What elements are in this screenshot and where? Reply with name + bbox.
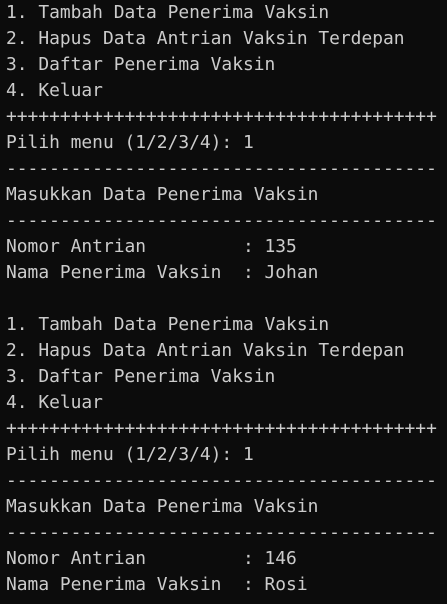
- menu-option-1: 1. Tambah Data Penerima Vaksin: [6, 2, 330, 23]
- plus-divider: ++++++++++++++++++++++++++++++++++++++++: [6, 106, 437, 127]
- section-heading: Masukkan Data Penerima Vaksin: [6, 496, 319, 517]
- section-heading: Masukkan Data Penerima Vaksin: [6, 184, 319, 205]
- recipient-name-entry: Nama Penerima Vaksin : Johan: [6, 262, 319, 283]
- menu-prompt: Pilih menu (1/2/3/4): 1: [6, 132, 254, 153]
- menu-option-3: 3. Daftar Penerima Vaksin: [6, 366, 276, 387]
- menu-option-1: 1. Tambah Data Penerima Vaksin: [6, 314, 330, 335]
- dash-divider: ----------------------------------------: [6, 522, 437, 543]
- dash-divider: ----------------------------------------: [6, 158, 437, 179]
- menu-option-2: 2. Hapus Data Antrian Vaksin Terdepan: [6, 340, 405, 361]
- dash-divider: ----------------------------------------: [6, 470, 437, 491]
- recipient-name-entry: Nama Penerima Vaksin : Rosi: [6, 574, 308, 595]
- menu-option-4: 4. Keluar: [6, 80, 103, 101]
- menu-prompt: Pilih menu (1/2/3/4): 1: [6, 444, 254, 465]
- menu-option-4: 4. Keluar: [6, 392, 103, 413]
- plus-divider: ++++++++++++++++++++++++++++++++++++++++: [6, 418, 437, 439]
- menu-option-2: 2. Hapus Data Antrian Vaksin Terdepan: [6, 28, 405, 49]
- dash-divider: ----------------------------------------: [6, 210, 437, 231]
- terminal-output[interactable]: 1. Tambah Data Penerima Vaksin 2. Hapus …: [0, 0, 447, 604]
- queue-number-entry: Nomor Antrian : 135: [6, 236, 297, 257]
- queue-number-entry: Nomor Antrian : 146: [6, 548, 297, 569]
- menu-option-3: 3. Daftar Penerima Vaksin: [6, 54, 276, 75]
